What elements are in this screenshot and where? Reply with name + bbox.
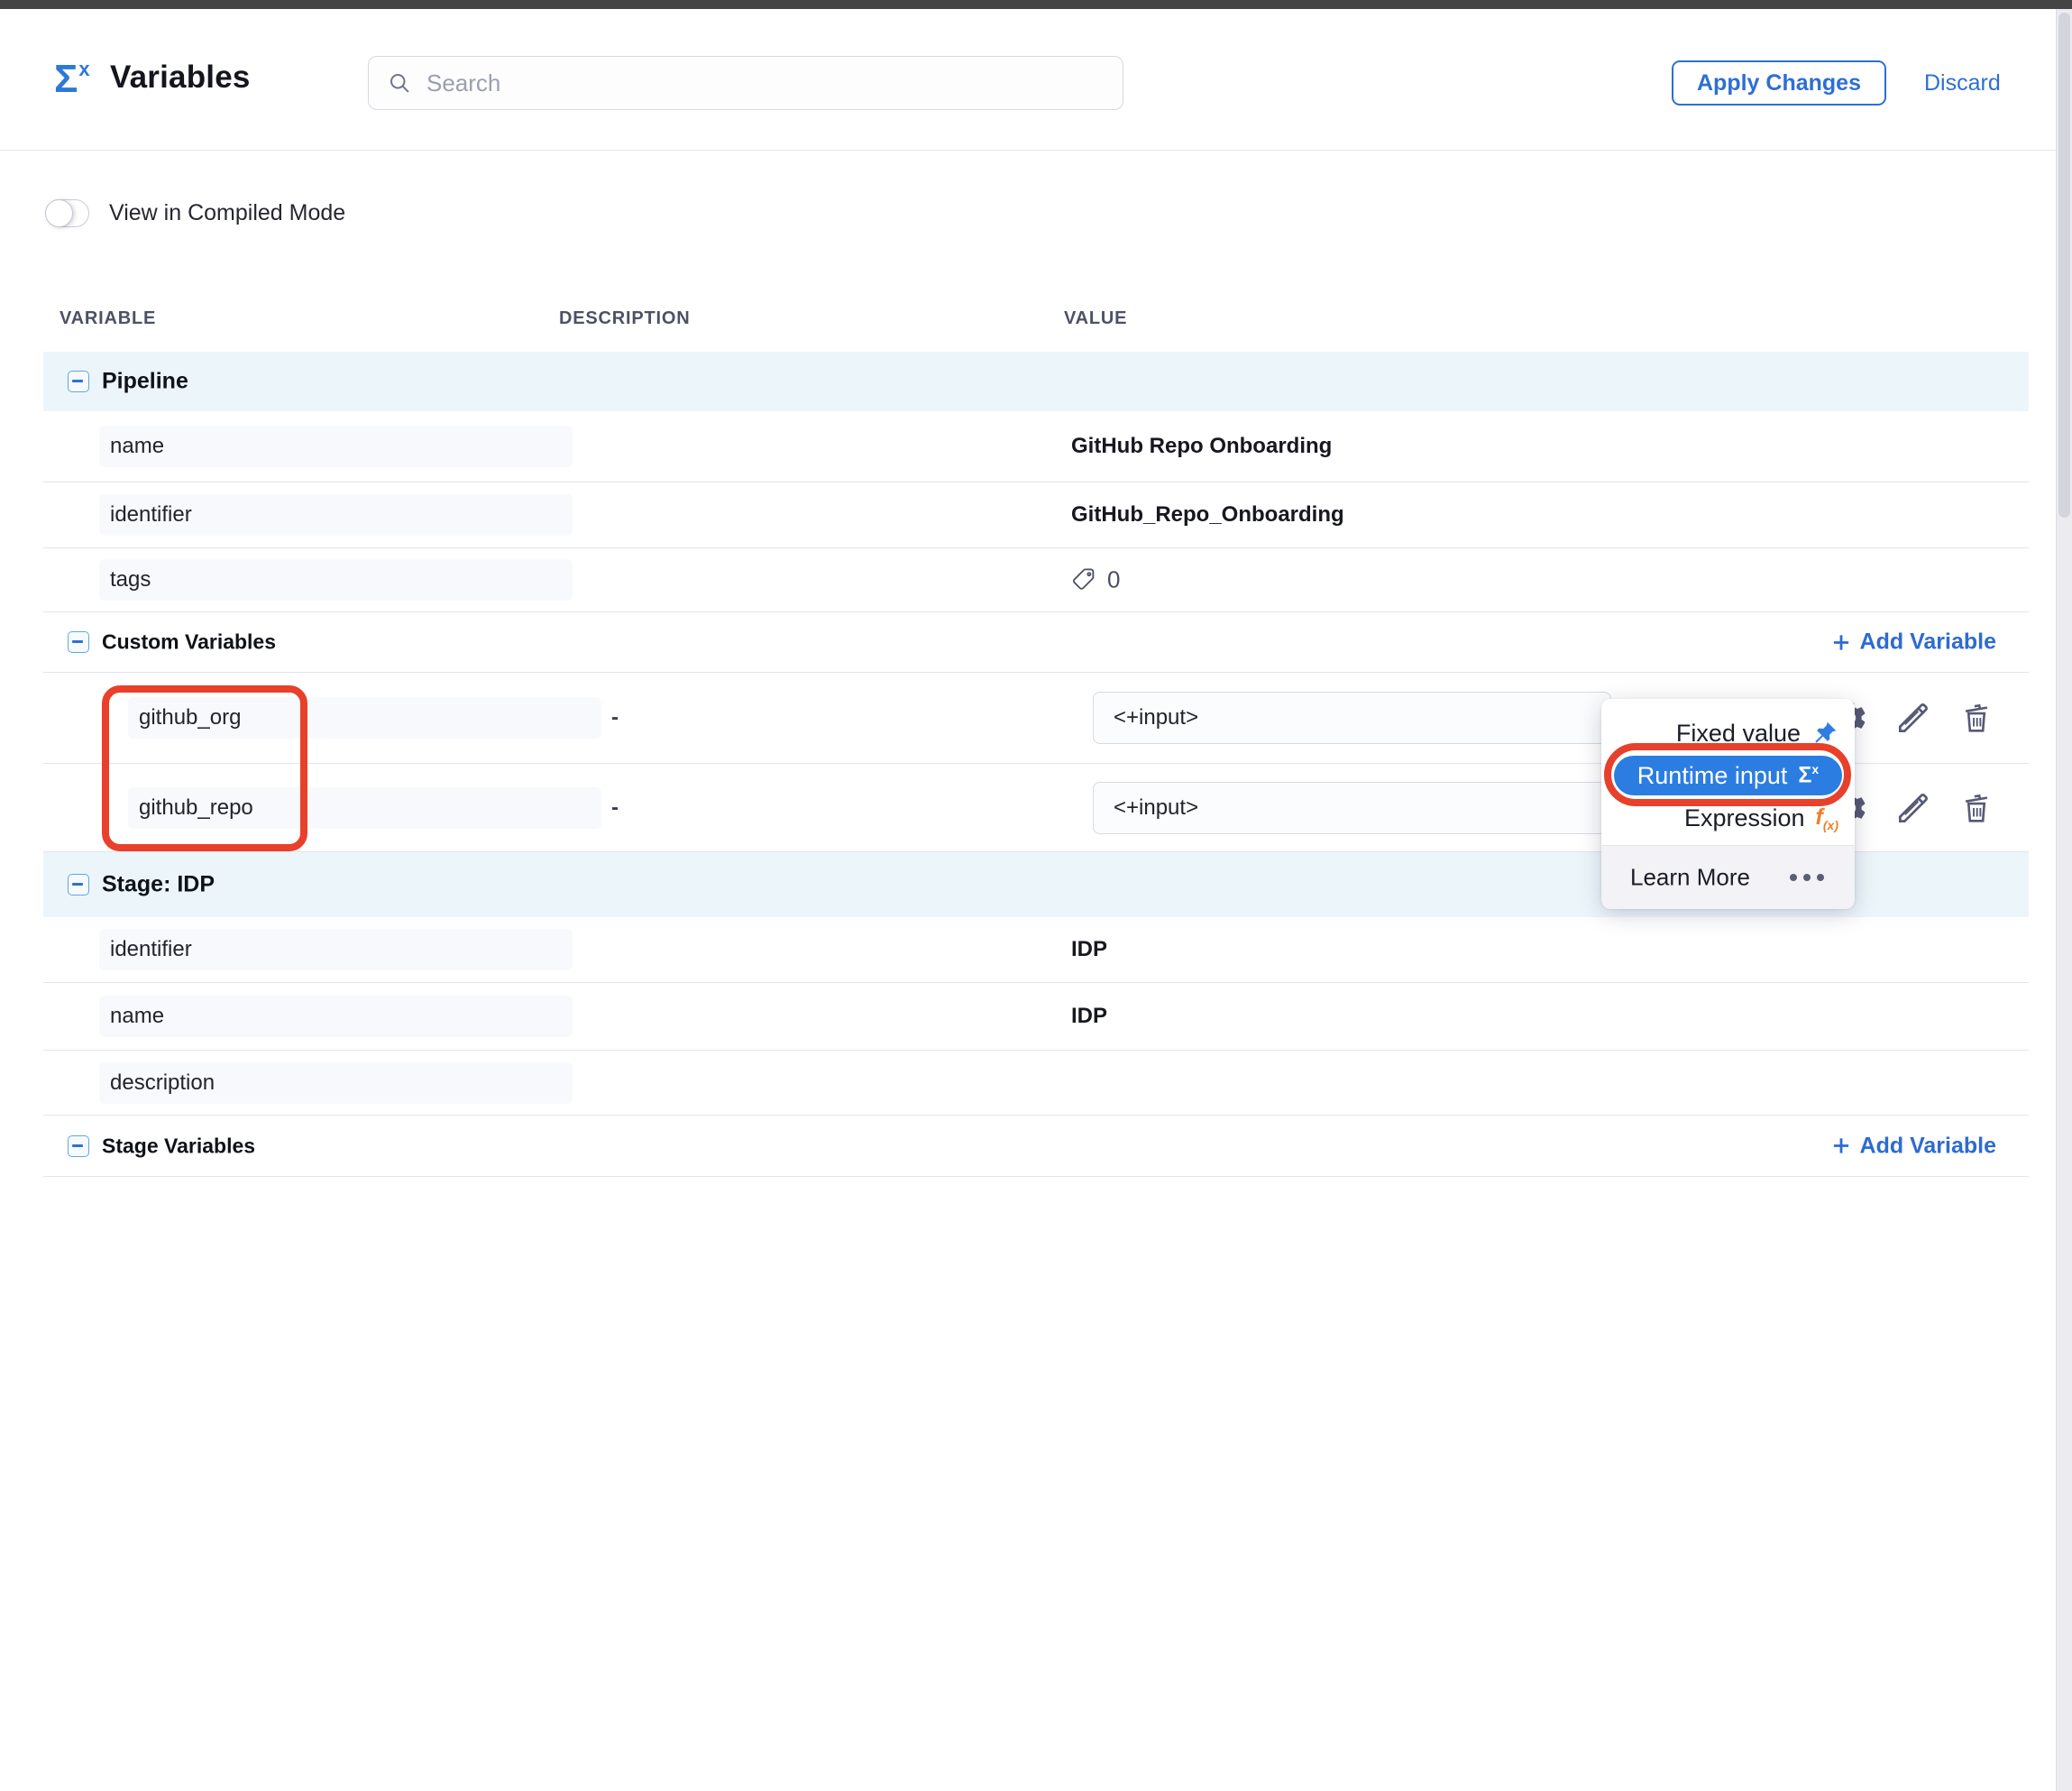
menu-item-runtime-input[interactable]: Runtime input Σx [1614,756,1842,795]
subsection-row-stage-variables: Stage Variables Add Variable [43,1116,2029,1177]
browser-chrome-bar [0,0,2072,9]
variable-name-chip[interactable]: name [99,426,573,467]
variable-value: GitHub Repo Onboarding [1071,434,1332,459]
section-row-pipeline: Pipeline [43,352,2029,411]
collapse-icon[interactable] [68,631,89,653]
scrollbar-thumb[interactable] [2058,13,2070,518]
collapse-icon[interactable] [68,1135,89,1157]
runtime-input-field[interactable]: <+input> [1093,782,1611,834]
tag-count: 0 [1107,566,1120,594]
variable-name: github_org [139,705,241,730]
search-box[interactable] [368,56,1123,110]
variable-name-chip[interactable]: description [99,1062,573,1104]
section-title: Pipeline [102,369,188,395]
variable-name: github_repo [139,795,253,821]
table-row: name IDP [43,983,2029,1051]
menu-item-expression[interactable]: Expression f(x) [1684,800,1838,836]
delete-trash-icon[interactable] [1957,788,1996,828]
value-type-dropdown: Fixed value Runtime input Σx Expression … [1601,699,1855,908]
compiled-mode-toggle[interactable] [45,199,89,227]
table-row: identifier IDP [43,917,2029,983]
variable-name-chip[interactable]: github_repo [128,787,601,829]
column-header-value: VALUE [1064,308,1127,329]
variable-name-chip[interactable]: tags [99,559,573,601]
table-row: description [43,1051,2029,1116]
variable-description: - [611,705,619,730]
toggle-knob [45,199,73,227]
section-title: Stage: IDP [102,872,215,898]
table-row: identifier GitHub_Repo_Onboarding [43,482,2029,548]
learn-more-link[interactable]: Learn More [1630,864,1750,892]
sigma-x-logo-icon: Σx [54,58,90,99]
column-header-variable: VARIABLE [60,308,156,329]
variable-name: tags [110,567,151,592]
variable-value: GitHub_Repo_Onboarding [1071,502,1344,528]
tag-icon [1071,566,1098,593]
variable-name: identifier [110,502,192,528]
delete-trash-icon[interactable] [1957,698,1996,738]
plus-icon [1829,1134,1853,1158]
column-header-description: DESCRIPTION [559,308,690,329]
menu-item-fixed-value[interactable]: Fixed value [1676,715,1838,751]
variable-name-chip[interactable]: identifier [99,929,573,970]
search-input[interactable] [425,69,1096,98]
variables-panel: Σx Variables Apply Changes Discard View … [0,0,2072,1791]
plus-icon [1829,630,1853,654]
subsection-title: Custom Variables [102,630,276,655]
discard-button[interactable]: Discard [1924,70,2001,96]
fx-icon: f(x) [1816,804,1838,832]
apply-changes-button[interactable]: Apply Changes [1672,60,1886,106]
menu-footer: Learn More [1601,845,1855,909]
more-options-icon[interactable] [1790,874,1824,881]
edit-pencil-icon[interactable] [1893,788,1933,828]
table-row: name GitHub Repo Onboarding [43,411,2029,482]
collapse-icon[interactable] [68,371,89,392]
compiled-mode-row: View in Compiled Mode [45,199,345,227]
pin-icon [1811,720,1838,747]
tags-value: 0 [1071,566,1120,594]
runtime-input-field[interactable]: <+input> [1093,692,1611,744]
sigma-icon: Σx [1798,762,1819,788]
compiled-mode-label: View in Compiled Mode [109,200,345,226]
table-row: tags 0 [43,548,2029,612]
page-title: Variables [110,60,251,96]
edit-pencil-icon[interactable] [1893,698,1933,738]
subsection-title: Stage Variables [102,1134,255,1158]
add-variable-button[interactable]: Add Variable [1829,629,1996,656]
search-icon [387,70,412,96]
variable-name-chip[interactable]: github_org [128,697,601,739]
variable-value: IDP [1071,937,1107,962]
variable-name-chip[interactable]: name [99,996,573,1037]
row-actions [1830,788,1996,828]
variable-name: name [110,434,164,459]
variable-name: description [110,1070,215,1096]
variable-description: - [611,795,619,821]
variable-name: name [110,1004,164,1029]
scrollbar-track[interactable] [2056,9,2072,1791]
header: Σx Variables Apply Changes Discard [0,9,2072,151]
row-actions [1830,698,1996,738]
collapse-icon[interactable] [68,874,89,896]
table-header-row: VARIABLE DESCRIPTION VALUE [43,292,2029,352]
variable-value: IDP [1071,1004,1107,1029]
subsection-row-custom-variables: Custom Variables Add Variable [43,612,2029,673]
variable-name-chip[interactable]: identifier [99,494,573,536]
variable-name: identifier [110,937,192,962]
add-variable-button[interactable]: Add Variable [1829,1133,1996,1159]
